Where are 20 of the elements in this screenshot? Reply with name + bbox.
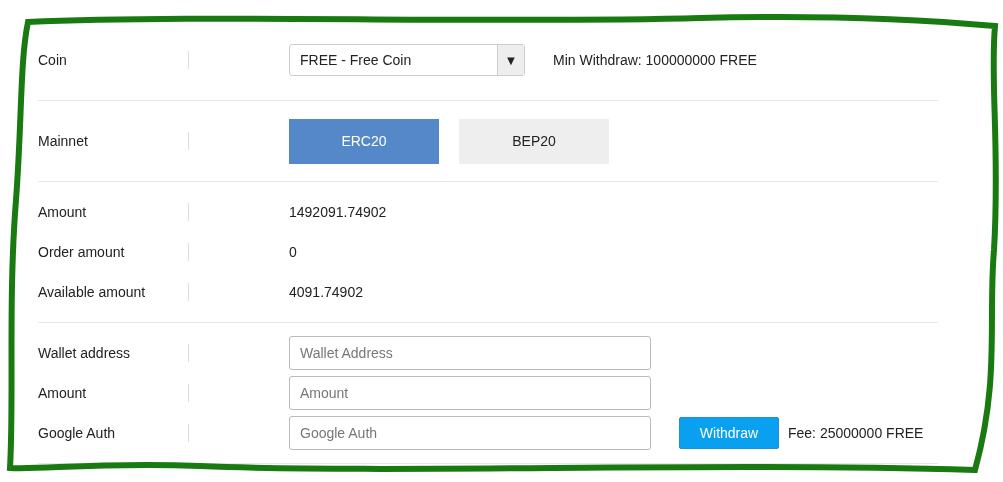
balance-value: 4091.74902 [289,284,363,300]
input-field[interactable]: Google Auth [289,416,651,450]
network-option-button[interactable]: ERC20 [289,118,439,164]
field-label: Available amount [38,284,147,300]
field-label: Amount [38,204,88,220]
field-label: Wallet address [38,345,132,361]
coin-dropdown[interactable]: FREE - Free Coin ▼ [289,44,525,76]
input-field[interactable]: Amount [289,376,651,410]
field-label: Google Auth [38,425,117,441]
field-label: Order amount [38,244,126,260]
field-label: Coin [38,52,68,68]
field-label: Mainnet [38,133,89,149]
input-field[interactable]: Wallet Address [289,336,651,370]
network-option-button[interactable]: BEP20 [459,118,609,164]
min-withdraw-text: Min Withdraw: 100000000 FREE [553,52,757,68]
fee-text: Fee: 25000000 FREE [788,425,924,441]
balance-value: 1492091.74902 [289,204,387,220]
balance-value: 0 [289,244,297,260]
field-label: Amount [38,385,88,401]
caret-icon[interactable]: ▼ [497,45,524,75]
